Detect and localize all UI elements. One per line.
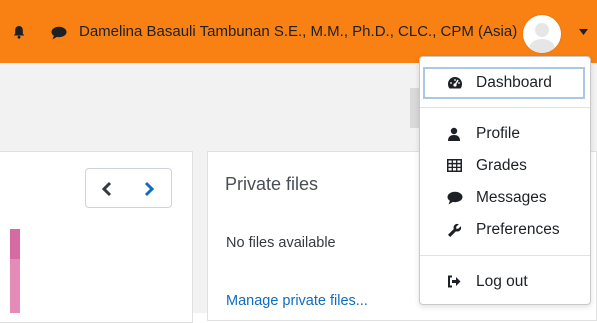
menu-item-preferences[interactable]: Preferences (420, 215, 590, 245)
menu-divider (420, 255, 590, 256)
user-menu-dropdown: Dashboard Profile Grades Messages Prefer… (419, 56, 591, 305)
menu-item-label: Dashboard (476, 74, 552, 91)
navbar: Damelina Basauli Tambunan S.E., M.M., Ph… (0, 0, 597, 63)
dashboard-icon (447, 77, 463, 89)
next-button[interactable] (128, 168, 172, 208)
chevron-left-icon (101, 181, 112, 197)
caret-down-icon[interactable] (579, 29, 588, 35)
menu-item-dashboard[interactable]: Dashboard (423, 67, 585, 99)
no-files-text: No files available (226, 235, 336, 251)
menu-item-grades[interactable]: Grades (420, 151, 590, 181)
avatar-silhouette-icon (529, 23, 555, 53)
menu-item-label: Preferences (476, 221, 560, 238)
comment-icon (447, 191, 463, 205)
bell-icon[interactable] (12, 25, 26, 39)
table-icon (447, 159, 462, 172)
user-name[interactable]: Damelina Basauli Tambunan S.E., M.M., Ph… (79, 23, 517, 40)
menu-item-label: Log out (476, 273, 528, 290)
calendar-event-bar-top (10, 229, 20, 259)
chat-icon[interactable] (51, 26, 67, 40)
private-files-title: Private files (225, 174, 319, 194)
menu-item-profile[interactable]: Profile (420, 119, 590, 149)
wrench-icon (448, 223, 462, 237)
menu-item-label: Messages (476, 189, 547, 206)
sign-out-icon (448, 275, 461, 288)
user-icon (448, 127, 460, 141)
manage-private-files-link[interactable]: Manage private files... (226, 293, 368, 309)
previous-button[interactable] (85, 168, 129, 208)
menu-item-label: Grades (476, 157, 527, 174)
menu-item-logout[interactable]: Log out (420, 267, 590, 297)
calendar-event-bar[interactable] (10, 229, 20, 313)
menu-item-messages[interactable]: Messages (420, 183, 590, 213)
menu-item-label: Profile (476, 125, 520, 142)
avatar[interactable] (523, 15, 561, 53)
menu-divider (420, 107, 590, 108)
chevron-right-icon (144, 181, 155, 197)
